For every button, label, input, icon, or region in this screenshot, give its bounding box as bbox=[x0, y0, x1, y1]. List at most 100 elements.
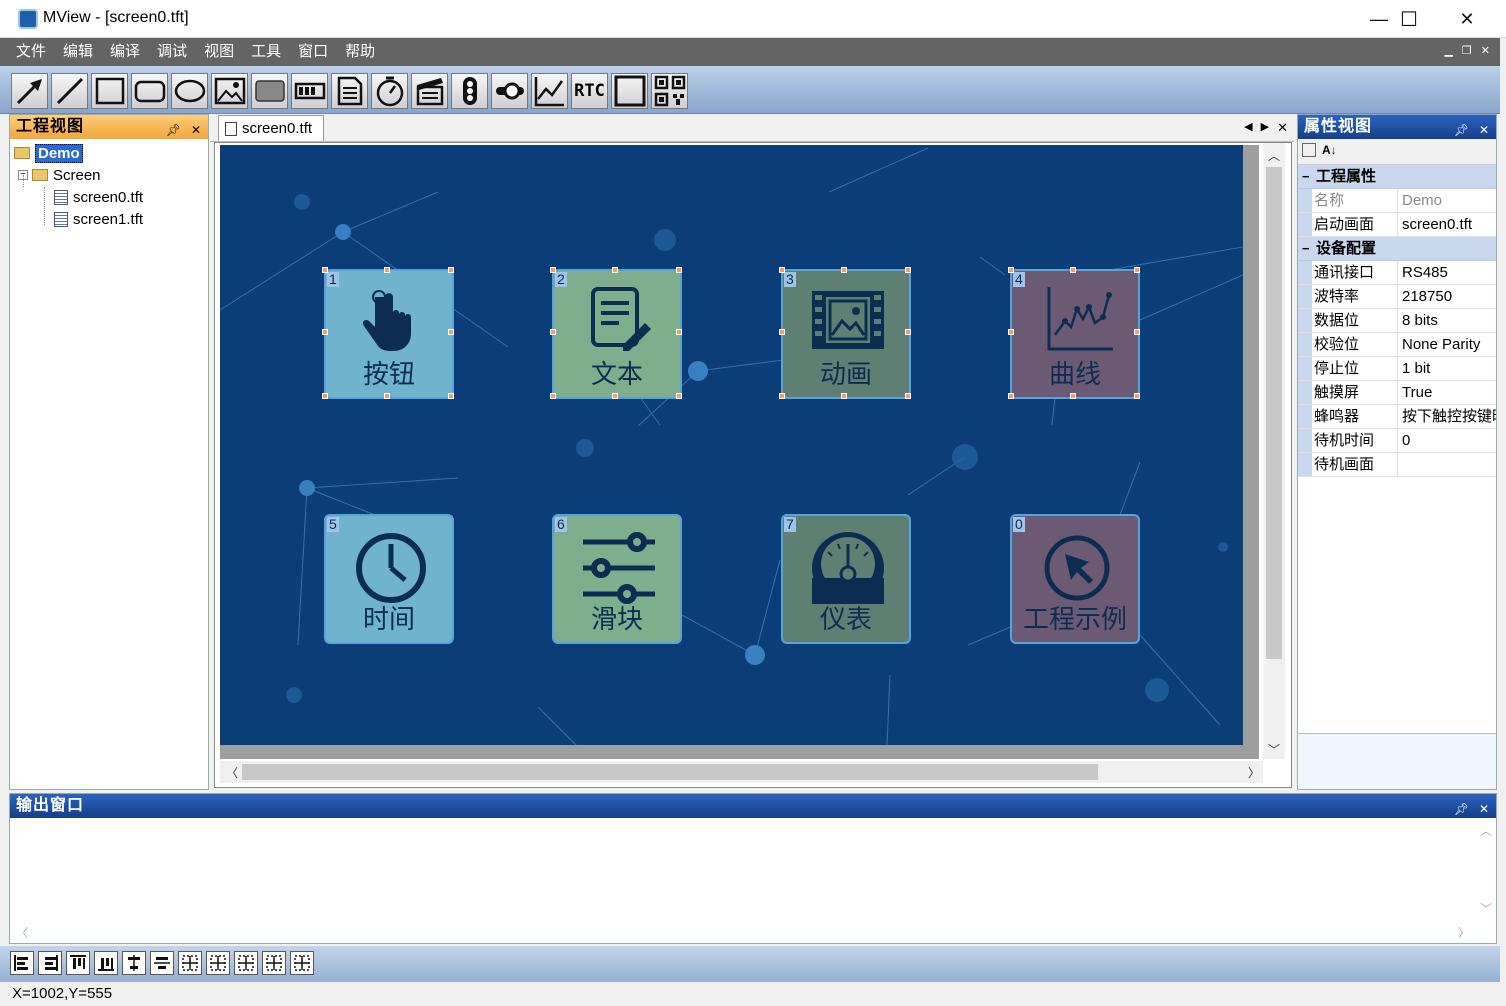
qrcode-tool-button[interactable] bbox=[651, 73, 688, 109]
resize-handle[interactable] bbox=[448, 393, 454, 399]
rounded-rect-tool-button[interactable] bbox=[131, 73, 168, 109]
property-value[interactable]: 1 bit bbox=[1398, 357, 1496, 380]
widget-film-image[interactable]: 3 动画 bbox=[779, 267, 911, 399]
scroll-right-icon[interactable]: 〉 bbox=[1458, 924, 1470, 941]
property-value[interactable]: 218750 bbox=[1398, 285, 1496, 308]
slider-tool-button[interactable] bbox=[451, 73, 488, 109]
menu-debug[interactable]: 调试 bbox=[157, 38, 187, 66]
property-value[interactable]: True bbox=[1398, 381, 1496, 404]
categorized-icon[interactable] bbox=[1302, 143, 1316, 157]
progress-tool-button[interactable] bbox=[291, 73, 328, 109]
menu-view[interactable]: 视图 bbox=[204, 38, 234, 66]
property-value[interactable] bbox=[1398, 453, 1496, 476]
center-horizontal-button[interactable] bbox=[150, 951, 174, 975]
rectangle-tool-button[interactable] bbox=[91, 73, 128, 109]
menu-tools[interactable]: 工具 bbox=[251, 38, 281, 66]
property-row[interactable]: 触摸屏 True bbox=[1298, 381, 1496, 405]
property-row[interactable]: 停止位 1 bit bbox=[1298, 357, 1496, 381]
tab-close-icon[interactable]: ✕ bbox=[1277, 120, 1288, 136]
property-group-header[interactable]: 工程属性 bbox=[1298, 165, 1496, 189]
resize-handle[interactable] bbox=[676, 329, 682, 335]
tree-file-item[interactable]: screen0.tft bbox=[54, 187, 143, 207]
resize-handle[interactable] bbox=[550, 267, 556, 273]
scroll-down-icon[interactable]: ﹀ bbox=[1480, 900, 1492, 917]
property-row[interactable]: 启动画面 screen0.tft bbox=[1298, 213, 1496, 237]
property-value[interactable]: Demo bbox=[1398, 189, 1496, 212]
scroll-up-icon[interactable]: ︿ bbox=[1480, 822, 1492, 839]
resize-handle[interactable] bbox=[448, 329, 454, 335]
align-right-button[interactable] bbox=[38, 951, 62, 975]
tree-folder-item[interactable]: − Screen bbox=[18, 165, 101, 185]
resize-handle[interactable] bbox=[1008, 267, 1014, 273]
center-canvas-button[interactable] bbox=[290, 951, 314, 975]
output-text-area[interactable]: ︿ ﹀ 〈 〉 bbox=[10, 818, 1496, 943]
resize-handle[interactable] bbox=[550, 393, 556, 399]
close-icon[interactable]: ✕ bbox=[1479, 118, 1490, 142]
horizontal-scrollbar[interactable]: 〈 〉 bbox=[220, 761, 1263, 783]
property-value[interactable]: 按下触控按键时 bbox=[1398, 405, 1496, 428]
widget-hand-pointer[interactable]: 1 按钮 bbox=[322, 267, 454, 399]
resize-handle[interactable] bbox=[1008, 393, 1014, 399]
resize-handle[interactable] bbox=[676, 267, 682, 273]
scroll-up-icon[interactable]: ︿ bbox=[1268, 147, 1280, 164]
resize-handle[interactable] bbox=[779, 393, 785, 399]
property-value[interactable]: 0 bbox=[1398, 429, 1496, 452]
resize-handle[interactable] bbox=[676, 393, 682, 399]
resize-handle[interactable] bbox=[322, 393, 328, 399]
tree-file-item[interactable]: screen1.tft bbox=[54, 209, 143, 229]
tab-screen0[interactable]: screen0.tft bbox=[218, 115, 324, 141]
tab-scroll-right-icon[interactable]: ▶ bbox=[1261, 120, 1269, 136]
resize-handle[interactable] bbox=[779, 267, 785, 273]
same-width-button[interactable] bbox=[178, 951, 202, 975]
resize-handle[interactable] bbox=[612, 393, 618, 399]
ellipse-tool-button[interactable] bbox=[171, 73, 208, 109]
sort-az-icon[interactable]: A↓ bbox=[1322, 143, 1337, 160]
curve-tool-button[interactable] bbox=[531, 73, 568, 109]
resize-handle[interactable] bbox=[1134, 267, 1140, 273]
menu-compile[interactable]: 编译 bbox=[110, 38, 140, 66]
align-bottom-button[interactable] bbox=[94, 951, 118, 975]
resize-handle[interactable] bbox=[1008, 329, 1014, 335]
menu-help[interactable]: 帮助 bbox=[345, 38, 375, 66]
pointer-tool-button[interactable] bbox=[11, 73, 48, 109]
resize-handle[interactable] bbox=[779, 329, 785, 335]
property-row[interactable]: 待机时间 0 bbox=[1298, 429, 1496, 453]
resize-handle[interactable] bbox=[550, 329, 556, 335]
menu-file[interactable]: 文件 bbox=[16, 38, 46, 66]
menu-edit[interactable]: 编辑 bbox=[63, 38, 93, 66]
resize-handle[interactable] bbox=[1070, 267, 1076, 273]
vertical-scrollbar[interactable]: ︿ ﹀ bbox=[1263, 143, 1285, 759]
text-tool-button[interactable] bbox=[331, 73, 368, 109]
property-row[interactable]: 校验位 None Parity bbox=[1298, 333, 1496, 357]
tree-root-item[interactable]: Demo bbox=[14, 143, 83, 163]
property-row[interactable]: 蜂鸣器按下触控按键时 bbox=[1298, 405, 1496, 429]
rtc-tool-button[interactable]: RTC bbox=[571, 73, 608, 109]
align-top-button[interactable] bbox=[66, 951, 90, 975]
property-row[interactable]: 通讯接口 RS485 bbox=[1298, 261, 1496, 285]
mdi-close-icon[interactable]: ✕ bbox=[1481, 44, 1490, 57]
pin-icon[interactable]: 📌︎ bbox=[166, 118, 182, 142]
resize-handle[interactable] bbox=[1134, 329, 1140, 335]
close-button[interactable]: ✕ bbox=[1438, 0, 1496, 38]
resize-handle[interactable] bbox=[448, 267, 454, 273]
picture-tool-button[interactable] bbox=[211, 73, 248, 109]
pin-icon[interactable]: 📌︎ bbox=[1454, 118, 1470, 142]
widget-sliders[interactable]: 6 滑块 bbox=[552, 514, 682, 644]
same-size-button[interactable] bbox=[234, 951, 258, 975]
property-row[interactable]: 名称 Demo bbox=[1298, 189, 1496, 213]
widget-gauge[interactable]: 7 仪表 bbox=[781, 514, 911, 644]
property-value[interactable]: 8 bits bbox=[1398, 309, 1496, 332]
align-left-button[interactable] bbox=[10, 951, 34, 975]
resize-handle[interactable] bbox=[384, 267, 390, 273]
property-row[interactable]: 数据位 8 bits bbox=[1298, 309, 1496, 333]
widget-line-chart[interactable]: 4 曲线 bbox=[1008, 267, 1140, 399]
resize-handle[interactable] bbox=[905, 329, 911, 335]
mdi-minimize-icon[interactable]: ▁ bbox=[1444, 44, 1452, 57]
resize-handle[interactable] bbox=[384, 393, 390, 399]
widget-arrow-circle[interactable]: 0 工程示例 bbox=[1010, 514, 1140, 644]
maximize-button[interactable]: ☐ bbox=[1380, 0, 1438, 38]
widget-document-edit[interactable]: 2 文本 bbox=[550, 267, 682, 399]
frame-tool-button[interactable] bbox=[611, 73, 648, 109]
horizontal-scroll-thumb[interactable] bbox=[242, 764, 1098, 780]
resize-handle[interactable] bbox=[841, 267, 847, 273]
